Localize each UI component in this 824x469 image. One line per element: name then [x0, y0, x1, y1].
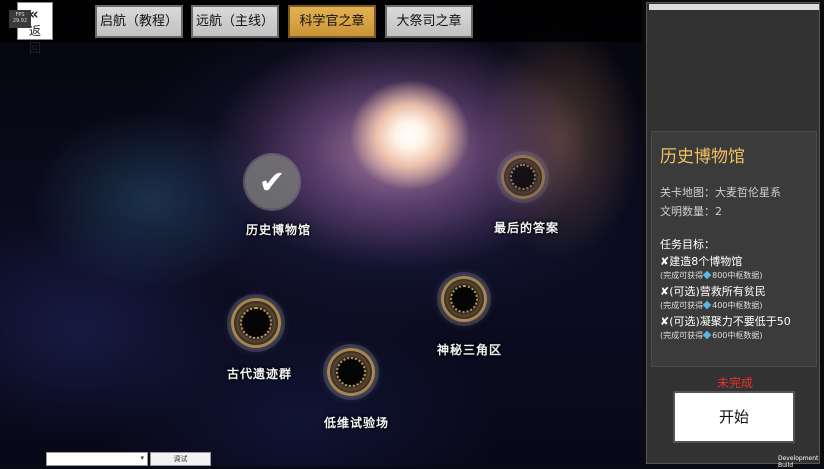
reward-prefix: (完成可获得 — [660, 301, 704, 310]
reward-amount: 400中枢数据) — [712, 301, 763, 310]
reward-amount: 600中枢数据) — [712, 331, 763, 340]
data-gem-icon — [702, 300, 712, 310]
objective-item: ✘(可选)凝聚力不要低于50 — [660, 313, 791, 329]
tab-science-officer[interactable]: 科学官之章 — [288, 5, 376, 38]
stage-node-final-answer[interactable] — [501, 155, 545, 199]
data-gem-icon — [702, 330, 712, 340]
level-status: 未完成 — [717, 376, 754, 390]
back-label: 返回 — [29, 24, 42, 55]
tab-high-priest[interactable]: 大祭司之章 — [385, 5, 473, 38]
fail-mark-icon: ✘ — [660, 255, 670, 268]
level-map-line: 关卡地图：大麦哲伦星系 — [660, 186, 781, 199]
objective-reward: (完成可获得 800中枢数据) — [660, 270, 763, 281]
objective-text: 建造8个博物馆 — [669, 255, 743, 268]
reward-amount: 800中枢数据) — [712, 271, 763, 280]
civilization-count-line: 文明数量：2 — [660, 205, 722, 218]
objectives-heading: 任务目标： — [660, 238, 715, 251]
panel-top-strip — [649, 4, 819, 10]
level-info-panel: 历史博物馆 关卡地图：大麦哲伦星系 文明数量：2 任务目标： ✘建造8个博物馆 … — [642, 0, 824, 466]
objective-reward: (完成可获得 400中枢数据) — [660, 300, 763, 311]
dev-build-label: Development Build — [778, 455, 819, 469]
stage-node-low-dim-testing[interactable] — [327, 348, 375, 396]
debug-button[interactable]: 调试 — [150, 452, 211, 466]
fail-mark-icon: ✘ — [660, 285, 670, 298]
objective-item: ✘建造8个博物馆 — [660, 253, 742, 269]
stage-label-low-dim-testing: 低维试验场 — [324, 416, 390, 430]
level-info-box: 历史博物馆 关卡地图：大麦哲伦星系 文明数量：2 任务目标： ✘建造8个博物馆 … — [651, 131, 817, 367]
debug-dropdown[interactable]: ▾ — [46, 452, 148, 466]
level-title: 历史博物馆 — [660, 147, 745, 167]
objective-item: ✘(可选)营救所有贫民 — [660, 283, 766, 299]
data-gem-icon — [702, 270, 712, 280]
objective-text: (可选)营救所有贫民 — [669, 285, 766, 298]
checkmark-icon: ✔ — [258, 163, 286, 201]
objective-text: (可选)凝聚力不要低于50 — [669, 315, 791, 328]
reward-prefix: (完成可获得 — [660, 331, 704, 340]
stage-label-history-museum: 历史博物馆 — [246, 223, 312, 237]
start-button[interactable]: 开始 — [673, 391, 795, 443]
stage-label-mystery-triangle: 神秘三角区 — [437, 343, 503, 357]
fps-counter: FPS 29.92 — [9, 10, 31, 28]
tab-voyage-tutorial[interactable]: 启航（教程） — [95, 5, 183, 38]
stage-node-mystery-triangle[interactable] — [441, 276, 487, 322]
stage-node-history-museum[interactable]: ✔ — [245, 155, 299, 209]
objective-reward: (完成可获得 600中枢数据) — [660, 330, 763, 341]
tab-voyage-main[interactable]: 远航（主线） — [191, 5, 279, 38]
chevron-down-icon: ▾ — [140, 454, 144, 462]
galaxy-map: « 返回 FPS 29.92 启航（教程） 远航（主线） 科学官之章 大祭司之章… — [0, 0, 642, 466]
stage-node-ancient-ruins[interactable] — [231, 298, 281, 348]
reward-prefix: (完成可获得 — [660, 271, 704, 280]
stage-label-final-answer: 最后的答案 — [494, 221, 560, 235]
stage-label-ancient-ruins: 古代遗迹群 — [227, 367, 293, 381]
panel-frame: 历史博物馆 关卡地图：大麦哲伦星系 文明数量：2 任务目标： ✘建造8个博物馆 … — [646, 2, 820, 464]
fail-mark-icon: ✘ — [660, 315, 670, 328]
